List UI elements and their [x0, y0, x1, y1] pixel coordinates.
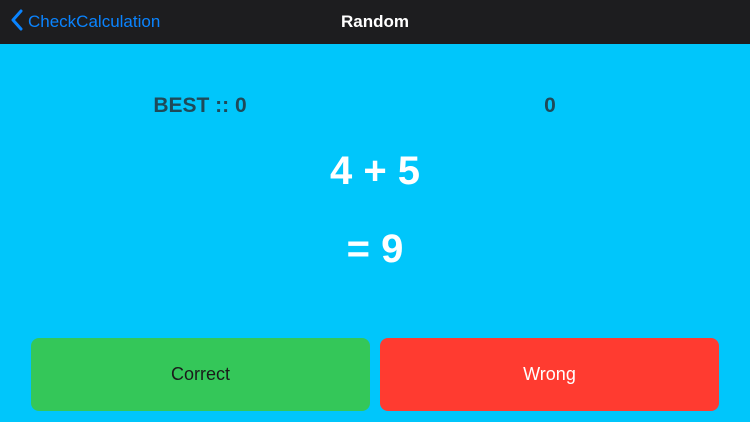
navigation-bar: CheckCalculation Random — [0, 0, 750, 44]
best-score: BEST :: 0 — [153, 94, 247, 117]
math-question: 4 + 5 — [329, 149, 421, 193]
proposed-answer: = 9 — [346, 227, 404, 271]
page-title: Random — [341, 12, 409, 31]
correct-button-label: Correct — [170, 364, 230, 384]
current-score: 0 — [544, 94, 556, 117]
correct-button[interactable]: Correct — [31, 338, 370, 411]
wrong-button[interactable]: Wrong — [380, 338, 719, 411]
wrong-button-label: Wrong — [523, 364, 576, 384]
